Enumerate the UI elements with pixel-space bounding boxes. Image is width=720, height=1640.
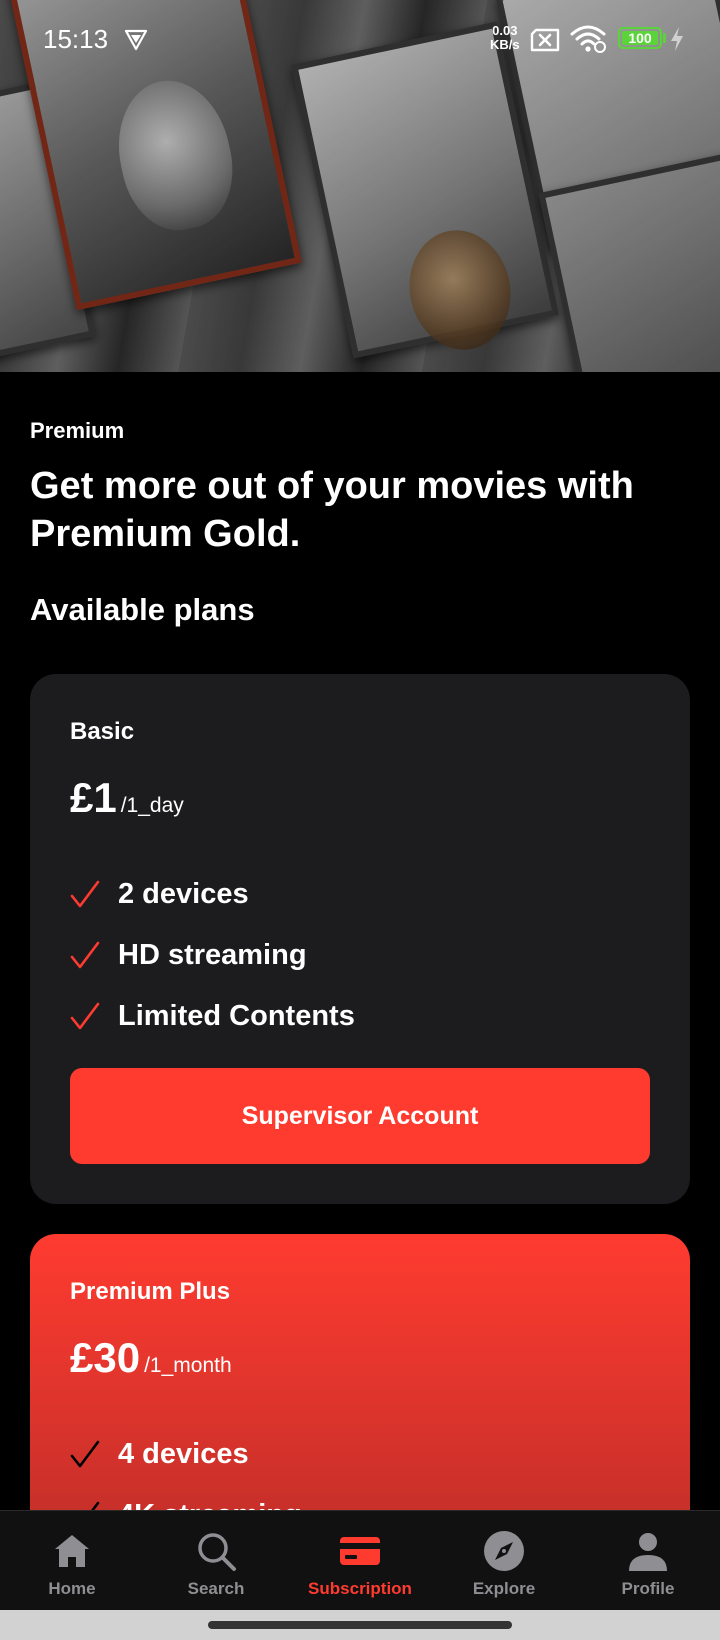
plans-title: Available plans bbox=[30, 592, 255, 627]
battery-level: 100 bbox=[628, 30, 652, 46]
status-time: 15:13 bbox=[43, 24, 109, 54]
feature-text: Limited Contents bbox=[118, 1000, 355, 1032]
plan-period: /1_day bbox=[120, 794, 184, 817]
plan-name: Premium Plus bbox=[70, 1278, 231, 1305]
feature-text: 4 devices bbox=[118, 1438, 249, 1470]
plan-card-basic: Basic £1 /1_day 2 devices HD streaming L… bbox=[30, 674, 690, 1204]
home-gesture-bar[interactable] bbox=[208, 1621, 512, 1629]
nav-label: Home bbox=[48, 1579, 96, 1598]
search-icon bbox=[198, 1533, 236, 1571]
bottom-nav: Home Search Subscription Explore Profile bbox=[0, 1510, 720, 1610]
feature-item: HD streaming bbox=[70, 925, 355, 986]
vpn-icon bbox=[124, 29, 148, 51]
net-speed-value: 0.03 bbox=[492, 23, 518, 38]
check-icon bbox=[70, 941, 100, 968]
charging-icon bbox=[671, 27, 683, 51]
plan-price-row: £30 /1_month bbox=[70, 1334, 232, 1382]
nav-label: Subscription bbox=[308, 1579, 412, 1598]
nav-item-explore[interactable]: Explore bbox=[432, 1511, 576, 1610]
credit-card-icon bbox=[340, 1537, 380, 1565]
nav-item-profile[interactable]: Profile bbox=[576, 1511, 720, 1610]
net-speed: 0.03 KB/s bbox=[490, 24, 520, 52]
status-bar: 15:13 0.03 KB/s 100 bbox=[0, 0, 720, 80]
section-label: Premium bbox=[30, 418, 125, 443]
plan-name: Basic bbox=[70, 718, 135, 745]
sim-icon bbox=[530, 28, 560, 52]
feature-item: 2 devices bbox=[70, 864, 355, 925]
nav-item-home[interactable]: Home bbox=[0, 1511, 144, 1610]
nav-label: Profile bbox=[621, 1579, 675, 1598]
feature-text: 2 devices bbox=[118, 878, 249, 910]
home-icon bbox=[55, 1535, 89, 1567]
check-icon bbox=[70, 1002, 100, 1029]
plan-price: £1 bbox=[70, 774, 117, 821]
compass-icon bbox=[484, 1531, 524, 1571]
feature-text: HD streaming bbox=[118, 939, 307, 971]
feature-item: Limited Contents bbox=[70, 986, 355, 1047]
plan-price-row: £1 /1_day bbox=[70, 774, 184, 822]
subscribe-button[interactable]: Supervisor Account bbox=[70, 1068, 650, 1164]
check-icon bbox=[70, 880, 100, 907]
net-speed-unit: KB/s bbox=[490, 37, 520, 52]
nav-item-subscription[interactable]: Subscription bbox=[288, 1511, 432, 1610]
wifi-icon bbox=[570, 25, 606, 53]
person-icon bbox=[629, 1533, 667, 1571]
nav-label: Search bbox=[187, 1579, 245, 1598]
plan-features: 2 devices HD streaming Limited Contents bbox=[70, 864, 355, 1047]
nav-item-search[interactable]: Search bbox=[144, 1511, 288, 1610]
check-icon bbox=[70, 1440, 100, 1467]
battery-icon: 100 bbox=[618, 27, 662, 49]
page-headline: Get more out of your movies with Premium… bbox=[30, 465, 634, 555]
battery-tip bbox=[663, 33, 666, 43]
feature-item: 4 devices bbox=[70, 1424, 302, 1485]
plan-period: /1_month bbox=[144, 1354, 232, 1377]
plan-price: £30 bbox=[70, 1334, 141, 1381]
nav-label: Explore bbox=[472, 1579, 536, 1598]
